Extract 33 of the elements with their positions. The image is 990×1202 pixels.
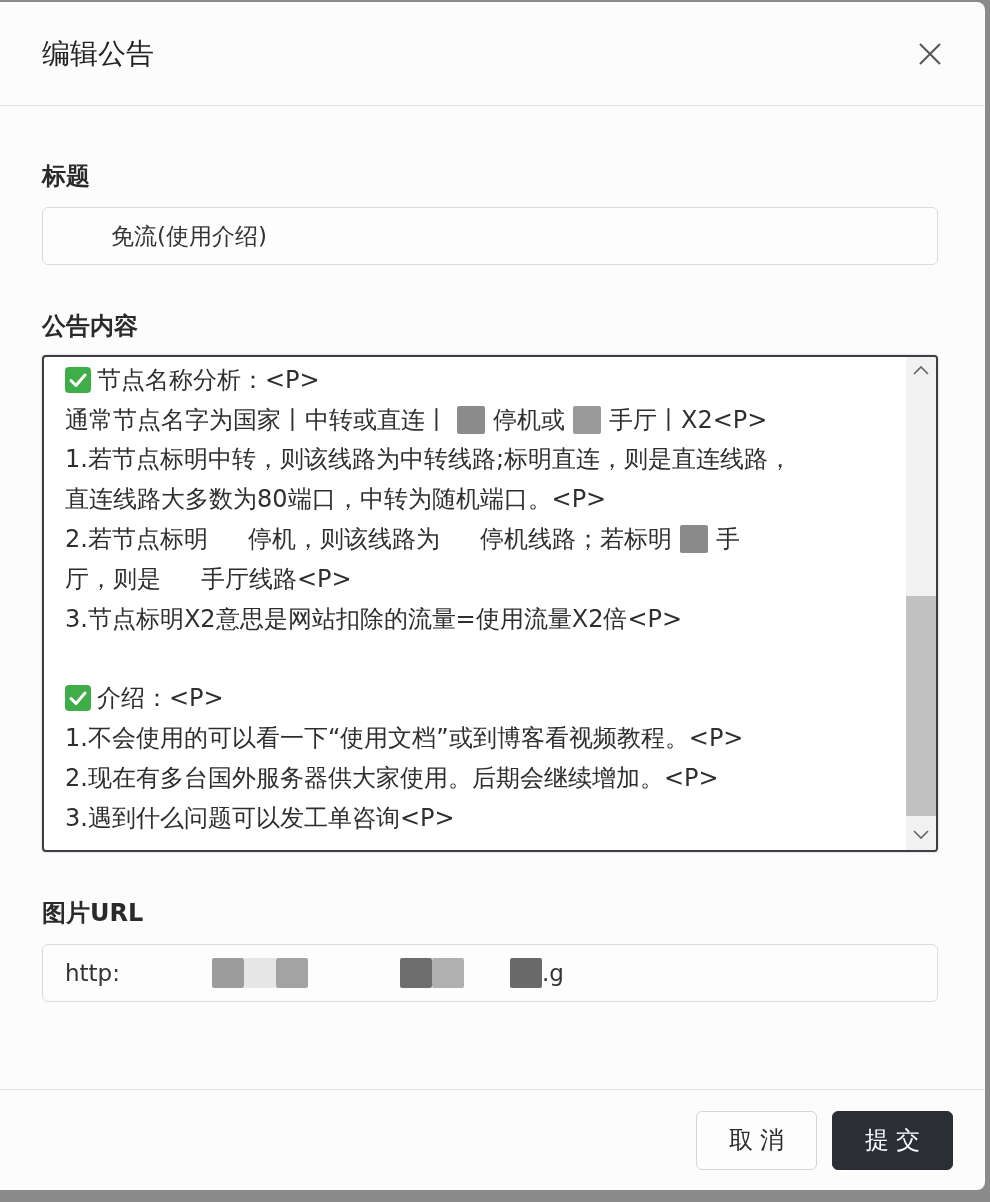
- field-label: 标题: [42, 161, 90, 192]
- content-text: 手厅丨X2<P>: [609, 404, 768, 436]
- content-text: 手: [715, 524, 740, 556]
- content-field[interactable]: [42, 355, 938, 852]
- url-field[interactable]: http: .g: [42, 944, 938, 1002]
- submit-button[interactable]: 提交: [832, 1110, 953, 1170]
- scroll-up-icon[interactable]: [913, 365, 929, 375]
- scroll-down-icon[interactable]: [913, 830, 929, 840]
- content-text: 1.若节点标明中转，则该线路为中转线路;标明直连，则是直连线路，: [65, 444, 792, 476]
- check-icon: [65, 685, 91, 712]
- content-text: 节点名称分析：<P>: [97, 364, 320, 396]
- content-text: 1.不会使用的可以看一下“使用文档”或到博客看视频教程。<P>: [65, 723, 744, 755]
- dialog-title: 编辑公告: [42, 35, 154, 72]
- content-text: 通常节点名字为国家丨中转或直连丨: [65, 404, 449, 436]
- content-text: 3.节点标明X2意思是网站扣除的流量=使用流量X2倍<P>: [65, 603, 683, 635]
- check-icon: [65, 366, 91, 393]
- title-field[interactable]: 免流(使用介绍): [42, 207, 938, 265]
- content-text: 停机，则该线路为: [247, 524, 440, 556]
- content-text: 停机或: [493, 404, 565, 436]
- cancel-button[interactable]: 取消: [696, 1110, 817, 1170]
- scrollbar-thumb[interactable]: [906, 596, 936, 816]
- content-text: 2.现在有多台国外服务器供大家使用。后期会继续增加。<P>: [65, 762, 719, 794]
- content-text: 厅，则是: [65, 563, 161, 595]
- scrollbar-track[interactable]: [906, 357, 936, 850]
- content-text: 2.若节点标明: [65, 524, 208, 556]
- content-text: 3.遇到什么问题可以发工单咨询<P>: [65, 802, 455, 834]
- field-label: 公告内容: [42, 311, 138, 342]
- close-icon[interactable]: [919, 42, 941, 65]
- content-text: 直连线路大多数为80端口，中转为随机端口。<P>: [65, 484, 607, 516]
- content-text: 停机线路；若标明: [479, 524, 672, 556]
- field-label: 图片URL: [42, 898, 144, 929]
- content-text: 手厅线路<P>: [201, 563, 352, 595]
- content-text: 介绍：<P>: [97, 683, 224, 715]
